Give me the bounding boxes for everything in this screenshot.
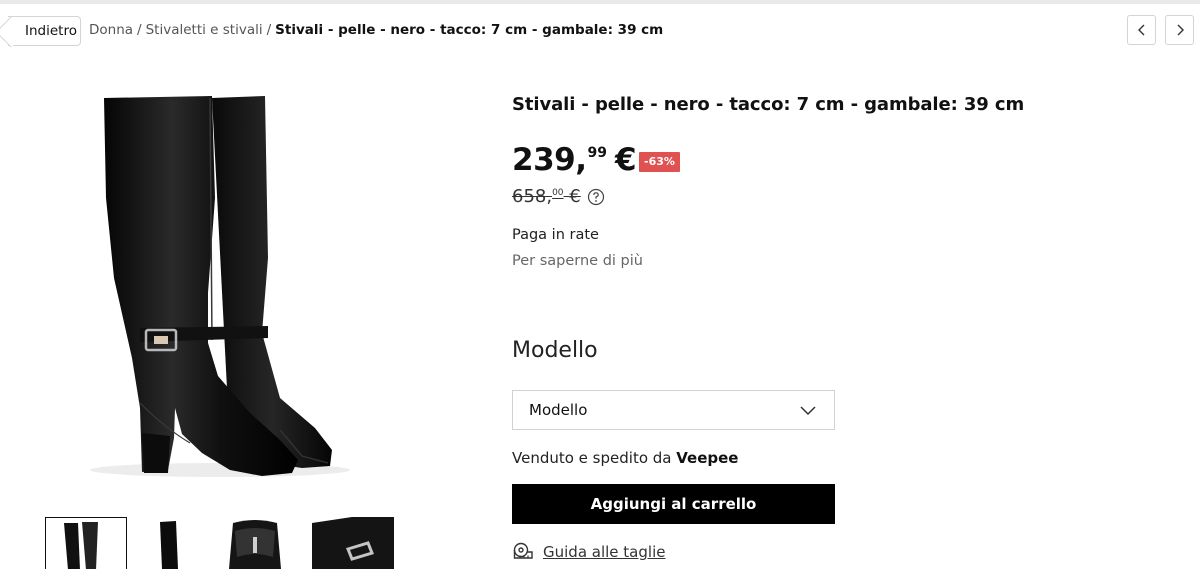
sold-by-info: Venduto e spedito da Veepee (512, 449, 739, 467)
thumbnail-1[interactable] (45, 517, 127, 569)
installments-label: Paga in rate (512, 227, 599, 243)
discount-badge: -63% (639, 152, 680, 172)
product-title: Stivali - pelle - nero - tacco: 7 cm - g… (512, 94, 1025, 115)
next-product-button[interactable] (1165, 15, 1194, 45)
thumbnail-2[interactable] (130, 517, 212, 569)
question-circle-icon[interactable] (587, 188, 605, 206)
size-guide-link[interactable]: Guida alle taglie (512, 541, 665, 563)
breadcrumb-item-stivaletti[interactable]: Stivaletti e stivali (146, 22, 263, 38)
chevron-right-icon (1177, 24, 1184, 36)
add-to-cart-button[interactable]: Aggiungi al carrello (512, 484, 835, 524)
back-button[interactable]: Indietro (8, 16, 81, 46)
current-price: 239,99 € (512, 142, 637, 178)
thumbnail-4[interactable] (312, 517, 394, 569)
learn-more-link[interactable]: Per saperne di più (512, 253, 643, 269)
thumbnail-3[interactable] (215, 517, 297, 569)
model-select[interactable]: Modello (512, 390, 835, 430)
measuring-tape-icon (513, 542, 533, 559)
chevron-left-icon (1137, 24, 1144, 36)
seller-name: Veepee (676, 449, 739, 467)
model-heading: Modello (512, 338, 598, 363)
model-select-value: Modello (529, 401, 588, 419)
breadcrumb-item-donna[interactable]: Donna (89, 22, 133, 38)
previous-product-button[interactable] (1127, 15, 1156, 45)
breadcrumb-current: Stivali - pelle - nero - tacco: 7 cm - g… (275, 22, 664, 38)
breadcrumb: Donna / Stivaletti e stivali / Stivali - pel… (89, 22, 664, 38)
chevron-down-icon (800, 406, 816, 416)
size-guide-label: Guida alle taglie (543, 543, 666, 561)
original-price: 658,00 € (512, 186, 581, 207)
top-divider (0, 0, 1200, 4)
product-main-image[interactable] (40, 78, 400, 498)
